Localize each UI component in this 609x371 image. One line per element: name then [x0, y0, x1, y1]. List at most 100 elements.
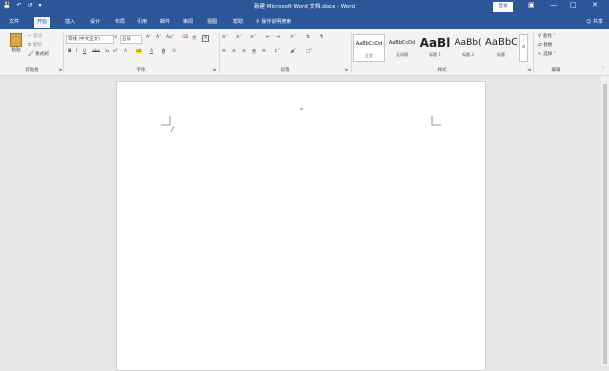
- tab-home[interactable]: 开始: [34, 17, 51, 28]
- decrease-indent-icon[interactable]: ⇤: [266, 35, 270, 40]
- tell-me-search[interactable]: ⚲ 操作说明搜索: [256, 17, 291, 28]
- font-name-select[interactable]: 等线 (中文正文): [66, 35, 114, 44]
- align-right-icon[interactable]: ≡: [242, 49, 246, 54]
- align-center-icon[interactable]: ≡: [232, 49, 236, 54]
- chevron-down-icon[interactable]: ∨: [114, 35, 117, 40]
- copy-icon: ⧉: [28, 43, 32, 48]
- cursor-icon: ↖: [538, 52, 542, 57]
- login-button[interactable]: 登录: [493, 2, 513, 12]
- styles-label: 样式: [437, 68, 447, 73]
- title-bar: 💾 ↶ ↺ ▾ 新建 Microsoft Word 文档.docx - Word…: [0, 0, 609, 14]
- cut-button[interactable]: ✂ 剪切: [28, 33, 42, 39]
- close-icon[interactable]: ✕: [592, 1, 598, 9]
- window-title: 新建 Microsoft Word 文档.docx - Word: [254, 4, 355, 10]
- ribbon-display-icon[interactable]: ▣: [528, 1, 535, 9]
- tab-layout[interactable]: 布局: [112, 17, 128, 28]
- subscript-icon[interactable]: x₂: [105, 49, 109, 54]
- char-shading-icon[interactable]: A: [162, 49, 166, 54]
- underline-icon[interactable]: U: [83, 49, 86, 54]
- clear-format-icon[interactable]: ⌫: [182, 35, 188, 40]
- more-icon[interactable]: ≡: [520, 45, 527, 50]
- change-case-icon[interactable]: Aa˅: [166, 35, 174, 40]
- styles-gallery-scroll[interactable]: ˄ ˅ ≡: [519, 34, 528, 62]
- find-button[interactable]: ⚲ 查找 ˅: [538, 33, 555, 39]
- align-left-icon[interactable]: ≡: [222, 49, 226, 54]
- document-area: [0, 76, 609, 371]
- copy-button[interactable]: ⧉ 复制: [28, 42, 42, 48]
- launcher-icon[interactable]: ⇲: [344, 68, 348, 73]
- borders-icon[interactable]: □˅: [306, 49, 313, 54]
- text-effects-icon[interactable]: A: [124, 49, 127, 54]
- increase-indent-icon[interactable]: ⇥: [276, 35, 280, 40]
- style-heading-2[interactable]: AaBb( 标题 2: [452, 34, 484, 62]
- strikethrough-icon[interactable]: abc: [92, 49, 100, 54]
- show-marks-icon[interactable]: ¶: [320, 35, 323, 40]
- bold-icon[interactable]: B: [68, 49, 71, 54]
- minimize-icon[interactable]: —: [550, 1, 557, 9]
- superscript-icon[interactable]: x²: [113, 49, 117, 54]
- replace-button[interactable]: ⇄ 替换: [538, 42, 552, 48]
- font-size-select[interactable]: 五号: [120, 35, 142, 44]
- replace-icon: ⇄: [538, 43, 542, 48]
- margin-corner-top-left: [161, 116, 171, 126]
- scissors-icon: ✂: [28, 34, 32, 39]
- font-label: 字体: [136, 68, 146, 73]
- tab-mailings[interactable]: 邮件: [157, 17, 173, 28]
- bullets-icon[interactable]: ≡˅: [222, 35, 228, 40]
- highlight-icon[interactable]: ab: [136, 49, 142, 54]
- group-divider: [219, 33, 220, 73]
- style-heading-1[interactable]: AaBl 标题 1: [419, 34, 451, 62]
- grow-font-icon[interactable]: A˄: [146, 35, 151, 40]
- tab-view[interactable]: 视图: [204, 17, 220, 28]
- paste-button[interactable]: 粘贴: [8, 33, 24, 53]
- sort-icon[interactable]: ⇅: [306, 35, 310, 40]
- collapse-ribbon-icon[interactable]: ˄: [602, 67, 604, 72]
- paragraph-label: 段落: [280, 68, 290, 73]
- clipboard-label: 剪贴板: [25, 68, 39, 73]
- line-spacing-icon[interactable]: ↕˅: [274, 49, 280, 54]
- launcher-icon[interactable]: ⇲: [527, 68, 531, 73]
- tab-review[interactable]: 审阅: [180, 17, 196, 28]
- tab-insert[interactable]: 插入: [62, 17, 78, 28]
- phonetic-guide-icon[interactable]: 文: [192, 35, 197, 41]
- justify-icon[interactable]: ≡: [252, 49, 256, 54]
- shading-icon[interactable]: ◢˅: [290, 49, 296, 54]
- tab-references[interactable]: 引用: [134, 17, 150, 28]
- brush-icon: 🖌: [28, 52, 34, 57]
- paragraph-group: ≡˅ ≡˅ ≡˅ ⇤ ⇥ ✕˅ ⇅ ¶ ≡ ≡ ≡ ≡ ≡ ↕˅ ◢˅ □˅ 段…: [222, 31, 348, 75]
- italic-icon[interactable]: I: [76, 49, 77, 54]
- numbering-icon[interactable]: ≡˅: [236, 35, 242, 40]
- multilevel-list-icon[interactable]: ≡˅: [250, 35, 256, 40]
- person-icon: ☺: [586, 19, 592, 25]
- share-button[interactable]: ☺ 共享: [586, 17, 603, 28]
- vertical-scrollbar[interactable]: [601, 76, 609, 366]
- scrollbar-thumb[interactable]: [603, 84, 607, 364]
- text-cursor: [170, 126, 175, 132]
- ribbon-tab-bar: 文件 开始 插入 设计 布局 引用 邮件 审阅 视图 帮助 ⚲ 操作说明搜索 ☺…: [0, 14, 609, 29]
- chinese-layout-icon[interactable]: ✕˅: [290, 35, 296, 40]
- editing-group: ⚲ 查找 ˅ ⇄ 替换 ↖ 选择 ˅ 编辑: [536, 31, 576, 75]
- font-color-icon[interactable]: A: [150, 49, 153, 54]
- editing-label: 编辑: [551, 68, 561, 73]
- launcher-icon[interactable]: ⇲: [212, 68, 216, 73]
- format-painter-button[interactable]: 🖌 格式刷: [28, 51, 49, 57]
- lightbulb-icon: ⚲: [256, 19, 260, 25]
- maximize-icon[interactable]: □: [570, 1, 577, 9]
- group-divider: [533, 33, 534, 73]
- style-no-spacing[interactable]: AaBbCcDd 无间隔: [386, 34, 418, 62]
- enclose-char-icon[interactable]: ①: [172, 49, 176, 54]
- tab-design[interactable]: 设计: [87, 17, 103, 28]
- group-divider: [351, 33, 352, 73]
- style-title[interactable]: AaBbC 标题: [485, 34, 517, 62]
- select-button[interactable]: ↖ 选择 ˅: [538, 51, 556, 57]
- launcher-icon[interactable]: ⇲: [58, 68, 62, 73]
- char-border-icon[interactable]: A: [202, 35, 210, 42]
- tab-file[interactable]: 文件: [6, 17, 22, 28]
- group-divider: [63, 33, 64, 73]
- clipboard-icon: [10, 33, 22, 47]
- document-page[interactable]: [116, 81, 486, 371]
- distributed-icon[interactable]: ≡: [262, 49, 266, 54]
- shrink-font-icon[interactable]: A˅: [156, 35, 161, 40]
- tab-help[interactable]: 帮助: [230, 17, 246, 28]
- style-normal[interactable]: AaBbCcDd 正文: [353, 34, 385, 62]
